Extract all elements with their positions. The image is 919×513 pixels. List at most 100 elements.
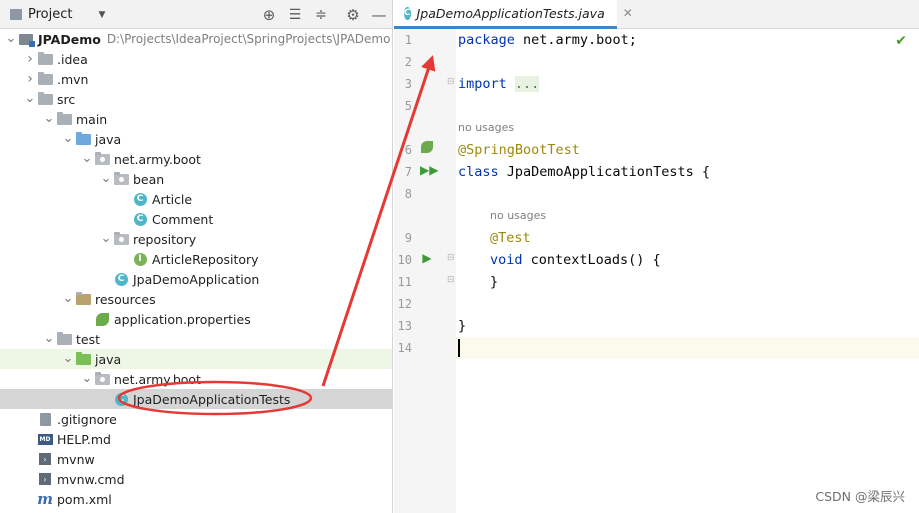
line-number: 9 [404,231,412,245]
tree-item[interactable]: C Article [0,189,392,209]
chevron-down-icon[interactable]: ⌄ [42,332,56,345]
keyword-package: package [458,32,515,48]
code-area[interactable]: package net.army.boot; import ... no usa… [456,29,919,513]
tree-item[interactable]: › mvnw [0,449,392,469]
line-number: 11 [397,275,412,289]
tree-item[interactable]: ⌄ repository [0,229,392,249]
project-tool-window: Project ▼ ⊕ ☰ ≑ ⚙ — ⌄ JPADemo D:\Projects\… [0,0,393,513]
project-view-icon [10,9,22,20]
spring-leaf-icon [94,312,110,326]
tree-item[interactable]: › .idea [0,49,392,69]
tree-item[interactable]: › .mvn [0,69,392,89]
fold-marker-icon[interactable]: ⊟ [447,275,455,285]
tree-item[interactable]: I ArticleRepository [0,249,392,269]
project-view-title: Project [28,7,73,22]
line-number: 1 [404,33,412,47]
tree-item-label: java [95,351,122,367]
package-icon [94,371,110,386]
chevron-right-icon[interactable]: › [23,51,37,67]
tree-item-label: resources [95,291,156,307]
java-class-icon: C [404,6,411,20]
tree-item[interactable]: ⌄ test [0,329,392,349]
folder-icon [56,111,72,126]
tree-item[interactable]: C JpaDemoApplicationTests [0,389,392,409]
chevron-down-icon[interactable]: ⌄ [61,132,75,145]
tree-item[interactable]: .gitignore [0,409,392,429]
package-icon [94,151,110,166]
run-tests-icon[interactable]: ▶▶ [420,163,438,177]
inlay-hint-usages[interactable]: no usages [490,209,546,222]
chevron-right-icon[interactable]: › [23,71,37,87]
collapse-all-icon[interactable]: ≑ [311,0,331,29]
tree-item-label: .gitignore [57,411,117,427]
tree-item-label: .mvn [57,71,89,87]
fold-marker-icon[interactable]: ⊟ [447,253,455,263]
tree-item[interactable]: ⌄ java [0,129,392,149]
watermark: CSDN @梁辰兴 [815,489,905,504]
terminal-icon: › [37,452,53,466]
tree-item-label: JPADemo [38,31,101,47]
tab-jpademoapplicationtests[interactable]: C JpaDemoApplicationTests.java ✕ [394,0,633,29]
chevron-down-icon[interactable]: ⌄ [80,152,94,165]
check-icon[interactable]: ✔ [895,33,907,49]
chevron-down-icon[interactable]: ⌄ [99,232,113,245]
maven-icon: m [37,490,53,508]
minimize-icon[interactable]: — [369,0,389,29]
inlay-hint-usages[interactable]: no usages [458,121,514,134]
chevron-down-icon[interactable]: ⌄ [42,112,56,125]
tree-item[interactable]: C JpaDemoApplication [0,269,392,289]
markdown-icon: MD [37,432,53,446]
line-number: 5 [404,99,412,113]
keyword-class: class [458,164,499,180]
tree-item[interactable]: C Comment [0,209,392,229]
code-line-9: @Test [490,227,531,249]
code-line-10: void contextLoads() { [490,249,661,271]
tree-item-label: main [76,111,108,127]
tree-item[interactable]: ⌄ bean [0,169,392,189]
tree-item-label: Comment [152,211,214,227]
folder-icon [37,71,53,86]
code-line-6: @SpringBootTest [458,139,580,161]
chevron-down-icon[interactable]: ⌄ [99,172,113,185]
fold-marker-icon[interactable]: ⊟ [447,77,455,87]
code-editor: C JpaDemoApplicationTests.java ✕ 1 2 3 5… [394,0,919,513]
run-test-icon[interactable]: ▶ [420,251,434,265]
tree-item-label: mvnw [57,451,95,467]
project-view-selector[interactable]: Project ▼ [10,0,105,29]
tree-item[interactable]: ⌄ resources [0,289,392,309]
package-icon [113,231,129,246]
gear-icon[interactable]: ⚙ [343,0,363,29]
class-icon: C [132,192,148,206]
expand-all-icon[interactable]: ☰ [285,0,305,29]
project-path-hint: D:\Projects\IdeaProject\SpringProjects\J… [106,32,391,46]
folder-icon [56,331,72,346]
tree-item[interactable]: ⌄ JPADemo D:\Projects\IdeaProject\SpringPr… [0,29,392,49]
tree-item[interactable]: ⌄ java [0,349,392,369]
tree-item[interactable]: ⌄ src [0,89,392,109]
tree-item[interactable]: MD HELP.md [0,429,392,449]
folded-imports[interactable]: ... [514,76,540,92]
chevron-down-icon[interactable]: ⌄ [61,352,75,365]
chevron-down-icon[interactable]: ⌄ [23,92,37,105]
tree-item[interactable]: ⌄ main [0,109,392,129]
tree-item[interactable]: application.properties [0,309,392,329]
tree-item-label: JpaDemoApplicationTests [133,391,291,407]
tree-item[interactable]: ⌄ net.army.boot [0,149,392,169]
chevron-down-icon[interactable]: ⌄ [80,372,94,385]
chevron-down-icon[interactable]: ⌄ [61,292,75,305]
close-icon[interactable]: ✕ [623,6,633,20]
project-toolbar: Project ▼ ⊕ ☰ ≑ ⚙ — [0,0,392,29]
tree-item[interactable]: › mvnw.cmd [0,469,392,489]
tree-item[interactable]: m pom.xml [0,489,392,509]
target-icon[interactable]: ⊕ [259,0,279,29]
source-folder-icon [75,131,91,146]
tree-item-label: Article [152,191,193,207]
tree-item-label: JpaDemoApplication [133,271,260,287]
tree-item[interactable]: ⌄ net.army.boot [0,369,392,389]
module-icon [18,32,35,47]
tree-item-label: src [57,91,76,107]
chevron-down-icon[interactable]: ⌄ [4,32,18,45]
tree-item-label: net.army.boot [114,371,201,387]
spring-bean-icon[interactable] [420,141,434,156]
line-number: 3 [404,77,412,91]
